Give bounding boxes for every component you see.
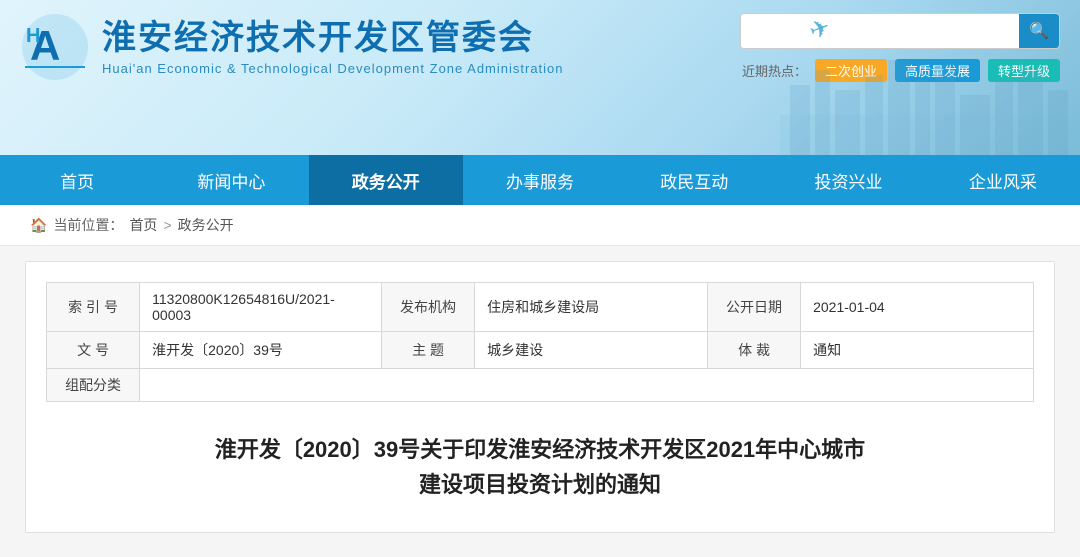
logo-area: A H 淮安经济技术开发区管委会 Huai'an Economic & Tech… [20, 12, 564, 82]
label-publisher: 发布机构 [381, 283, 474, 332]
value-category [140, 369, 1034, 402]
svg-text:H: H [26, 25, 40, 47]
label-date: 公开日期 [707, 283, 800, 332]
value-docno: 淮开发〔2020〕39号 [140, 332, 382, 369]
value-index: 11320800K12654816U/2021-00003 [140, 283, 382, 332]
home-icon: 🏠 [30, 217, 47, 234]
breadcrumb: 🏠 当前位置： 首页 > 政务公开 [0, 205, 1080, 246]
nav-govaffairs[interactable]: 政务公开 [309, 155, 463, 205]
breadcrumb-home[interactable]: 首页 [129, 215, 157, 235]
nav-home[interactable]: 首页 [0, 155, 154, 205]
nav-interaction[interactable]: 政民互动 [617, 155, 771, 205]
nav-enterprise[interactable]: 企业风采 [926, 155, 1080, 205]
value-date: 2021-01-04 [801, 283, 1034, 332]
label-genre: 体 裁 [707, 332, 800, 369]
logo-text: 淮安经济技术开发区管委会 Huai'an Economic & Technolo… [102, 18, 564, 76]
label-category: 组配分类 [47, 369, 140, 402]
doc-title-section: 淮开发〔2020〕39号关于印发淮安经济技术开发区2021年中心城市建设项目投资… [46, 422, 1034, 512]
breadcrumb-separator: > [163, 217, 171, 233]
info-table: 索 引 号 11320800K12654816U/2021-00003 发布机构… [46, 282, 1034, 402]
table-row: 索 引 号 11320800K12654816U/2021-00003 发布机构… [47, 283, 1034, 332]
breadcrumb-current: 政务公开 [178, 215, 234, 235]
value-publisher: 住房和城乡建设局 [475, 283, 708, 332]
breadcrumb-label: 当前位置： [53, 215, 123, 235]
org-title: 淮安经济技术开发区管委会 [102, 18, 564, 59]
nav-news[interactable]: 新闻中心 [154, 155, 308, 205]
org-subtitle: Huai'an Economic & Technological Develop… [102, 61, 564, 76]
main-nav: 首页 新闻中心 政务公开 办事服务 政民互动 投资兴业 企业风采 [0, 155, 1080, 205]
doc-title: 淮开发〔2020〕39号关于印发淮安经济技术开发区2021年中心城市建设项目投资… [86, 432, 994, 502]
value-subject: 城乡建设 [475, 332, 708, 369]
table-row: 文 号 淮开发〔2020〕39号 主 题 城乡建设 体 裁 通知 [47, 332, 1034, 369]
main-content: 索 引 号 11320800K12654816U/2021-00003 发布机构… [25, 261, 1055, 533]
city-silhouette [780, 35, 1080, 155]
nav-investment[interactable]: 投资兴业 [771, 155, 925, 205]
table-row-category: 组配分类 [47, 369, 1034, 402]
label-docno: 文 号 [47, 332, 140, 369]
logo-icon: A H [20, 12, 90, 82]
label-subject: 主 题 [381, 332, 474, 369]
label-index: 索 引 号 [47, 283, 140, 332]
value-genre: 通知 [801, 332, 1034, 369]
header: A H 淮安经济技术开发区管委会 Huai'an Economic & Tech… [0, 0, 1080, 155]
nav-services[interactable]: 办事服务 [463, 155, 617, 205]
